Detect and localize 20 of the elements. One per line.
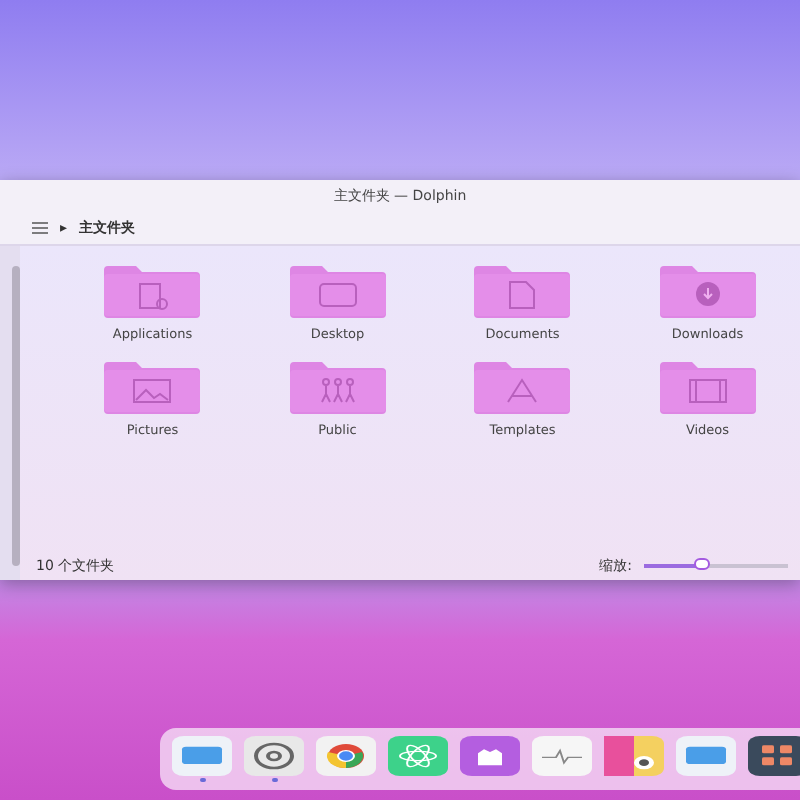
grid-icon[interactable]	[748, 736, 800, 776]
folder-icon	[102, 358, 203, 414]
gear-icon[interactable]	[244, 736, 304, 776]
scrollbar[interactable]	[12, 266, 20, 566]
list-view-icon[interactable]	[32, 221, 48, 233]
folder-icon	[472, 358, 573, 414]
cat-icon[interactable]	[460, 736, 520, 776]
folder-icon	[287, 358, 388, 414]
globe-icon[interactable]	[316, 736, 376, 776]
folder-icon	[287, 262, 388, 318]
pulse-icon[interactable]	[532, 736, 592, 776]
slider-thumb[interactable]	[693, 557, 710, 569]
folder-icon	[657, 262, 758, 318]
folder-icon	[102, 262, 203, 318]
folder-icon	[472, 262, 573, 318]
folder-icon[interactable]	[172, 736, 232, 776]
folder-icon[interactable]	[676, 736, 736, 776]
palette-icon[interactable]	[604, 736, 664, 776]
atom-icon[interactable]	[388, 736, 448, 776]
folder-icon	[657, 358, 758, 414]
